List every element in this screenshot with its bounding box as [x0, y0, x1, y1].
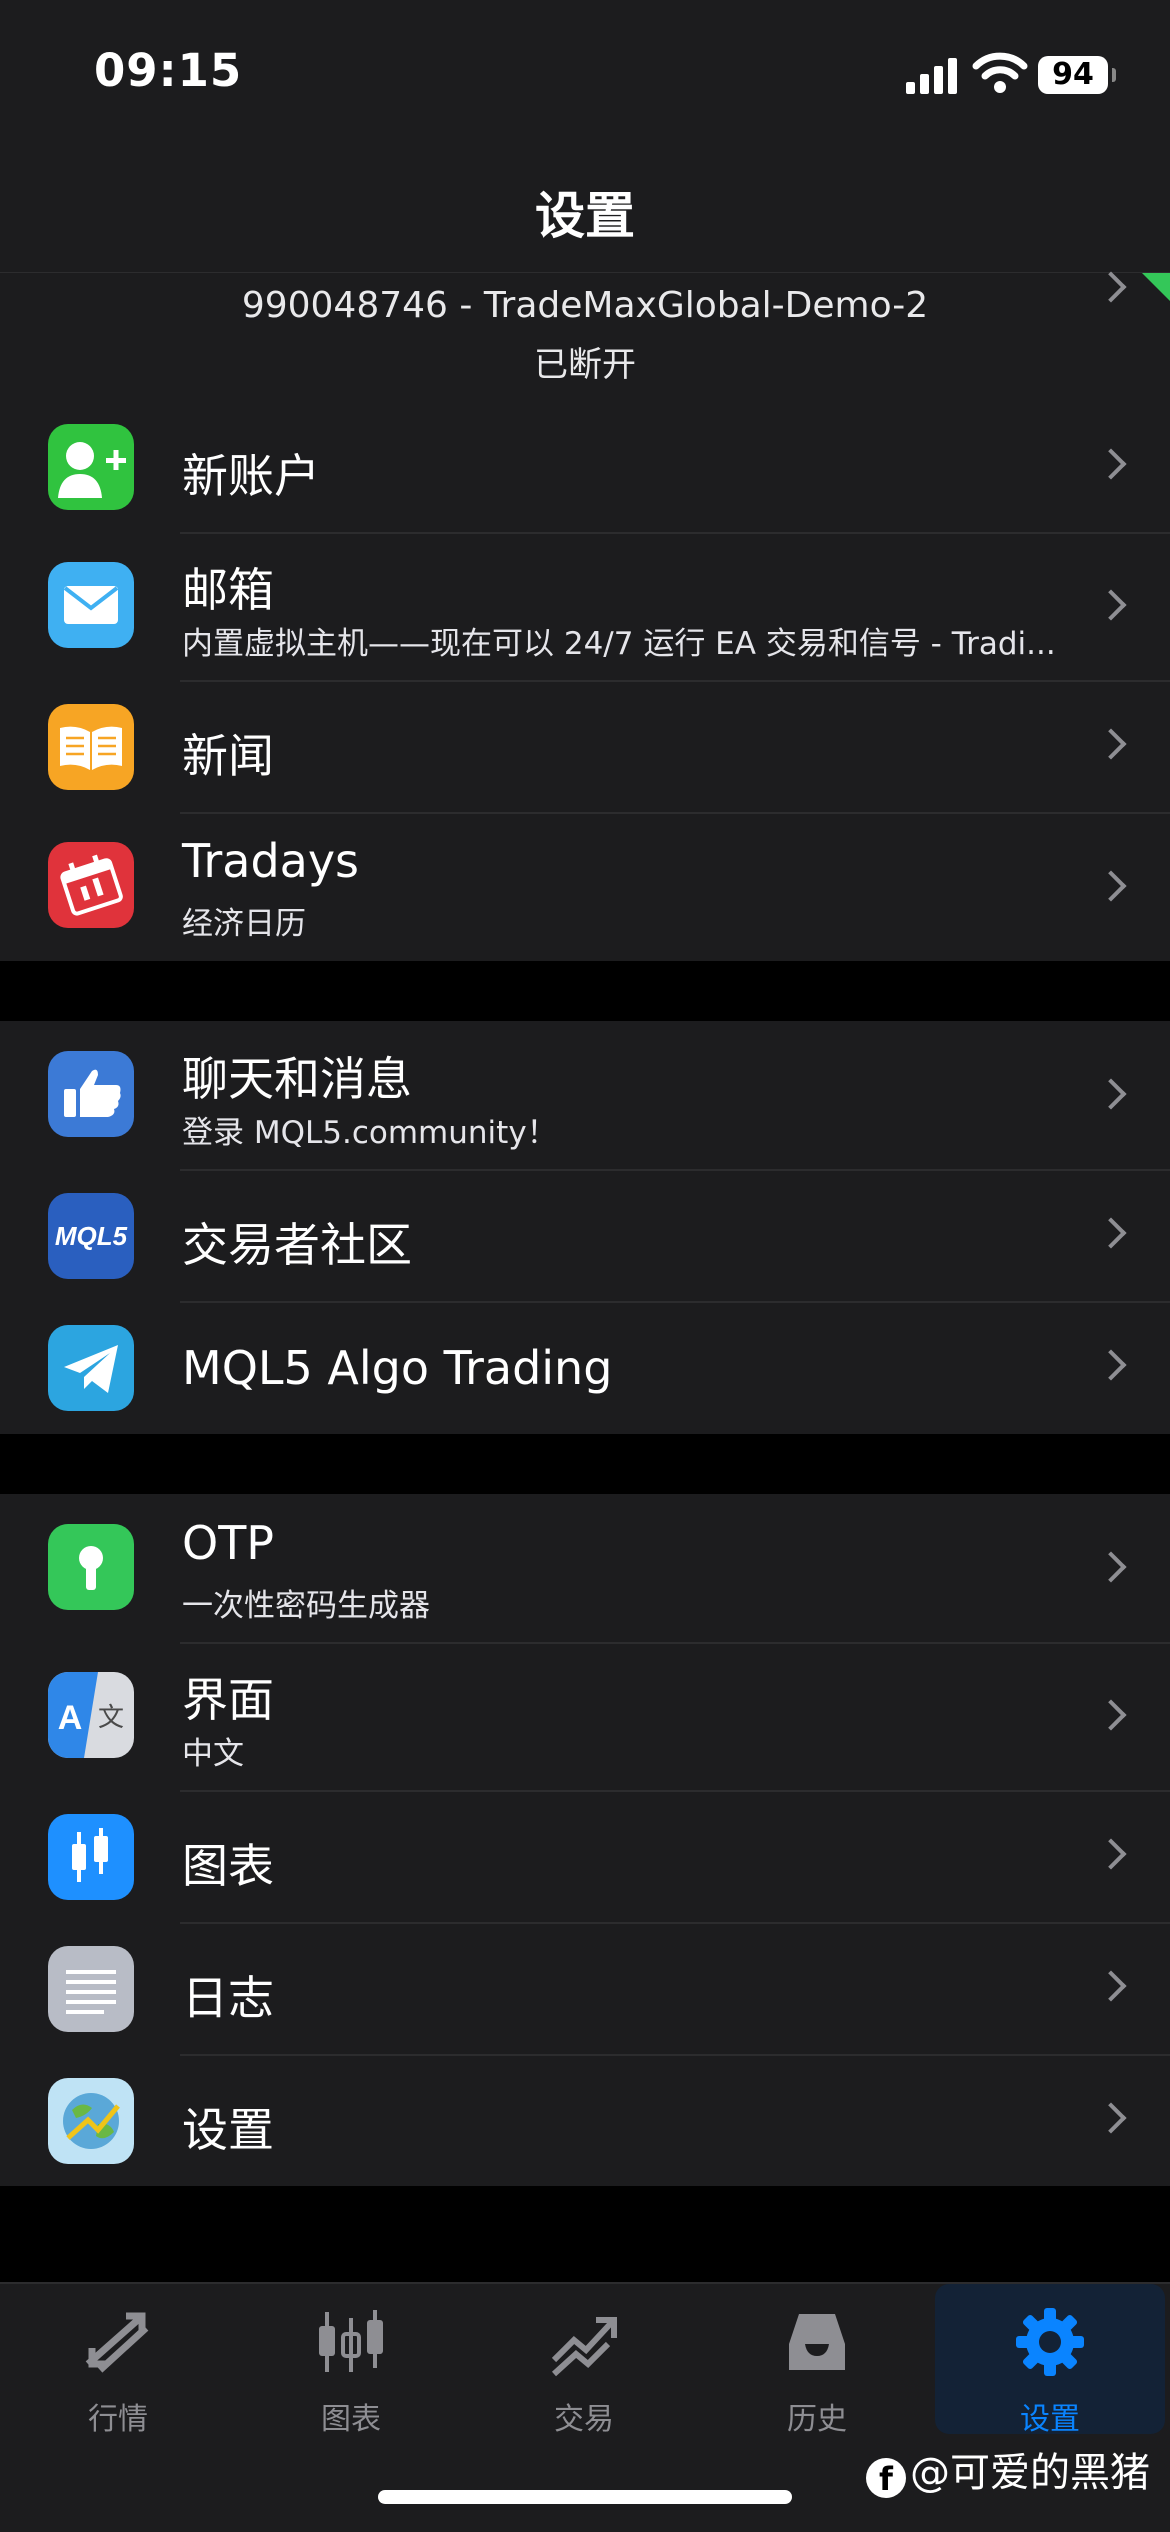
account-server: 990048746 - TradeMaxGlobal-Demo-2: [241, 285, 929, 326]
mql5-logo-text: MQL5: [55, 1221, 128, 1251]
watermark: f @可爱的黑猪: [866, 2440, 1150, 2498]
telegram-icon: [48, 1325, 134, 1411]
chevron-right-icon: [1095, 448, 1127, 480]
page-title: 设置: [535, 187, 635, 245]
tab-label: 设置: [1020, 2402, 1080, 2437]
tab-label: 行情: [88, 2402, 148, 2437]
charts-icon: [319, 2310, 383, 2372]
tab-label: 图表: [321, 2402, 381, 2437]
settings-gear-icon: [1016, 2308, 1084, 2376]
chevron-right-icon: [1095, 1838, 1127, 1870]
chevron-right-icon: [1095, 1551, 1127, 1583]
row-mailbox[interactable]: 邮箱 内置虚拟主机——现在可以 24/7 运行 EA 交易和信号 - Tradi…: [0, 532, 1170, 680]
row-title: 新账户: [182, 449, 320, 503]
row-title: 聊天和消息: [182, 1052, 412, 1106]
row-subtitle: 中文: [182, 1736, 244, 1772]
settings-group-app: OTP 一次性密码生成器 A文 界面 中文 图表 日志 设置: [0, 1494, 1170, 2186]
row-title: 邮箱: [182, 563, 274, 617]
row-subtitle: 内置虚拟主机——现在可以 24/7 运行 EA 交易和信号 - Tradi...: [182, 626, 1056, 662]
row-title: 图表: [182, 1839, 274, 1893]
row-journal[interactable]: 日志: [0, 1922, 1170, 2054]
journal-icon: [48, 1946, 134, 2032]
status-time: 09:15: [94, 44, 243, 97]
account-row[interactable]: 990048746 - TradeMaxGlobal-Demo-2 已断开: [0, 271, 1170, 400]
candlestick-icon: [48, 1814, 134, 1900]
row-title: 界面: [182, 1673, 274, 1727]
row-chat[interactable]: 聊天和消息 登录 MQL5.community！: [0, 1021, 1170, 1169]
chevron-right-icon: [1095, 2102, 1127, 2134]
settings-group-accounts: 新账户 邮箱 内置虚拟主机——现在可以 24/7 运行 EA 交易和信号 - T…: [0, 400, 1170, 961]
tab-label: 交易: [554, 2402, 614, 2437]
language-icon-cjk: 文: [98, 1703, 124, 1733]
chevron-right-icon: [1095, 1349, 1127, 1381]
wifi-icon: [972, 52, 1028, 93]
home-indicator: [378, 2490, 792, 2504]
tab-trade[interactable]: 交易: [469, 2284, 699, 2437]
chat-hand-icon: [48, 1051, 134, 1137]
row-title: Tradays: [182, 834, 360, 888]
row-new-account[interactable]: 新账户: [0, 400, 1170, 532]
row-title: 日志: [182, 1971, 274, 2025]
row-otp[interactable]: OTP 一次性密码生成器: [0, 1494, 1170, 1642]
watermark-logo: f: [866, 2458, 906, 2498]
row-mql5-algo-trading[interactable]: MQL5 Algo Trading: [0, 1301, 1170, 1434]
row-subtitle: 登录 MQL5.community！: [182, 1115, 558, 1151]
news-book-icon: [48, 704, 134, 790]
mql5-logo-icon: MQL5: [48, 1193, 134, 1279]
row-title: 设置: [182, 2103, 274, 2157]
row-subtitle: 一次性密码生成器: [182, 1588, 430, 1624]
status-bar: 09:15 94: [0, 0, 1170, 150]
account-status: 已断开: [534, 345, 636, 385]
cellular-signal-icon: [906, 58, 960, 94]
new-account-icon: [48, 424, 134, 510]
row-trader-community[interactable]: MQL5 交易者社区: [0, 1169, 1170, 1301]
chevron-right-icon: [1095, 589, 1127, 621]
mail-icon: [48, 562, 134, 648]
tab-quotes[interactable]: 行情: [3, 2284, 233, 2437]
navigation-bar: 设置: [0, 150, 1170, 272]
row-title: 新闻: [182, 729, 274, 783]
row-subtitle: 经济日历: [182, 906, 306, 942]
row-settings[interactable]: 设置: [0, 2054, 1170, 2186]
calendar-icon: [48, 842, 134, 928]
tab-history[interactable]: 历史: [702, 2284, 932, 2437]
chevron-right-icon: [1095, 1078, 1127, 1110]
row-title: 交易者社区: [182, 1218, 412, 1272]
otp-keyhole-icon: [48, 1524, 134, 1610]
watermark-text: @可爱的黑猪: [910, 2450, 1150, 2496]
trade-icon: [551, 2317, 617, 2377]
chevron-right-icon: [1095, 1217, 1127, 1249]
tab-label: 历史: [787, 2402, 847, 2437]
language-icon-latin: A: [58, 1699, 83, 1737]
settings-group-community: 聊天和消息 登录 MQL5.community！ MQL5 交易者社区 MQL5…: [0, 1021, 1170, 1434]
row-interface[interactable]: A文 界面 中文: [0, 1642, 1170, 1790]
row-tradays[interactable]: Tradays 经济日历: [0, 812, 1170, 961]
chevron-right-icon: [1095, 870, 1127, 902]
quotes-icon: [85, 2312, 149, 2373]
language-icon: A文: [48, 1672, 134, 1758]
chevron-right-icon: [1095, 1970, 1127, 2002]
row-title: MQL5 Algo Trading: [182, 1341, 613, 1395]
row-news[interactable]: 新闻: [0, 680, 1170, 812]
tab-charts[interactable]: 图表: [236, 2284, 466, 2437]
metatrader-icon: [48, 2078, 134, 2164]
row-title: OTP: [182, 1516, 275, 1570]
tab-settings[interactable]: 设置: [935, 2284, 1165, 2437]
history-icon: [789, 2314, 845, 2370]
row-charts[interactable]: 图表: [0, 1790, 1170, 1922]
chevron-right-icon: [1095, 1699, 1127, 1731]
battery-icon: 94: [1038, 56, 1116, 94]
chevron-right-icon: [1095, 728, 1127, 760]
